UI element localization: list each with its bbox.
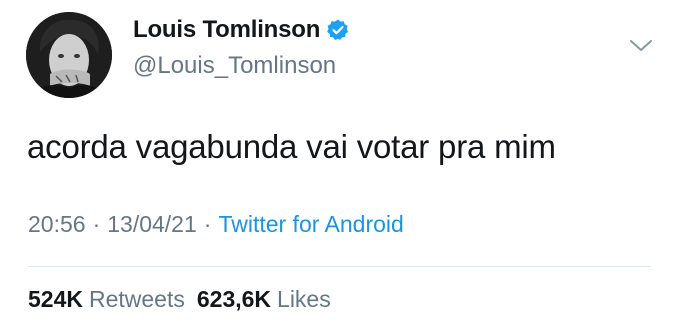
verified-badge-icon: [326, 18, 350, 42]
tweet-stats: 524K Retweets 623,6K Likes: [28, 286, 331, 313]
chevron-down-icon[interactable]: [628, 36, 654, 56]
retweets-label: Retweets: [88, 286, 185, 312]
avatar-photo: [26, 12, 112, 98]
tweet-time[interactable]: 20:56: [28, 211, 86, 238]
tweet-card: Louis Tomlinson @Louis_Tomlinson acorda …: [0, 0, 679, 334]
tweet-source-link[interactable]: Twitter for Android: [218, 211, 403, 238]
meta-separator: ·: [203, 211, 212, 237]
author-handle[interactable]: @Louis_Tomlinson: [133, 52, 336, 80]
retweets-count: 524K: [28, 286, 83, 312]
tweet-date[interactable]: 13/04/21: [107, 211, 197, 238]
tweet-meta: 20:56 · 13/04/21 · Twitter for Android: [28, 211, 404, 238]
likes-count: 623,6K: [196, 286, 272, 312]
avatar[interactable]: [26, 12, 112, 98]
author-display-name[interactable]: Louis Tomlinson: [133, 16, 320, 44]
likes-stat[interactable]: 623,6K Likes: [197, 286, 331, 313]
tweet-text: acorda vagabunda vai votar pra mim: [27, 128, 556, 165]
meta-separator: ·: [92, 211, 101, 237]
author-name-row[interactable]: Louis Tomlinson: [133, 16, 350, 44]
divider: [28, 266, 651, 267]
likes-label: Likes: [277, 286, 331, 312]
retweets-stat[interactable]: 524K Retweets: [28, 286, 185, 313]
